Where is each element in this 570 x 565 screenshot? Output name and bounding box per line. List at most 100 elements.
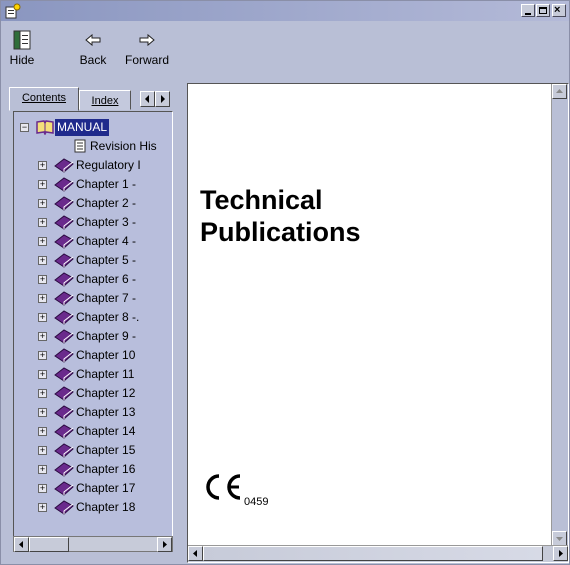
navigation-pane: Contents Index − MANUAL Revision His + Reg… <box>9 87 177 557</box>
triangle-right-icon <box>161 95 165 103</box>
back-label: Back <box>79 53 107 67</box>
book-icon <box>54 367 74 382</box>
tree-root-label: MANUAL <box>55 119 110 136</box>
tree-item-label: Chapter 17 <box>76 481 136 495</box>
expand-icon[interactable]: + <box>38 351 47 360</box>
tree-item-label: Chapter 18 <box>76 500 136 514</box>
scroll-left-button[interactable] <box>188 546 203 561</box>
tab-index-label: Index <box>91 95 119 107</box>
book-icon <box>54 253 74 268</box>
tab-index[interactable]: Index <box>79 90 131 110</box>
toolbar: Hide Back Forward <box>1 21 569 81</box>
expand-icon[interactable]: + <box>38 465 47 474</box>
triangle-right-icon <box>559 550 563 557</box>
tree-item-label: Chapter 3 - <box>76 215 137 229</box>
expand-icon[interactable]: + <box>38 503 47 512</box>
book-icon <box>54 500 74 515</box>
expand-icon[interactable]: + <box>38 294 47 303</box>
help-window: × Hide Back Forward Contents Index − MAN… <box>0 0 570 565</box>
tree-item-label: Chapter 9 - <box>76 329 137 343</box>
tab-contents[interactable]: Contents <box>9 87 79 111</box>
nav-scroll-thumb[interactable] <box>29 537 69 552</box>
contents-tree[interactable]: − MANUAL Revision His + Regulatory I + Chapt… <box>13 111 173 541</box>
page-icon <box>74 139 86 153</box>
tree-item-label: Chapter 4 - <box>76 234 137 248</box>
book-icon <box>54 234 74 249</box>
ce-certification-number: 0459 <box>244 496 269 508</box>
nav-scroll-right-button[interactable] <box>157 537 172 552</box>
content-horizontal-scrollbar[interactable] <box>188 545 568 562</box>
expand-icon[interactable]: + <box>38 332 47 341</box>
close-button[interactable]: × <box>552 4 566 17</box>
tree-item-label: Chapter 8 -. <box>76 310 140 324</box>
book-icon <box>54 329 74 344</box>
tab-scroll-right-button[interactable] <box>155 91 170 107</box>
nav-scroll-left-button[interactable] <box>14 537 29 552</box>
expand-icon[interactable]: + <box>38 218 47 227</box>
expand-icon[interactable]: + <box>38 199 47 208</box>
tree-item-label: Chapter 10 <box>76 348 136 362</box>
tree-item-label: Chapter 13 <box>76 405 136 419</box>
triangle-up-icon <box>556 89 563 93</box>
tree-item-label: Chapter 2 - <box>76 196 137 210</box>
triangle-left-icon <box>193 550 197 557</box>
hide-button[interactable]: Hide <box>5 29 39 77</box>
tree-item-label: Chapter 1 - <box>76 177 137 191</box>
expand-icon[interactable]: + <box>38 446 47 455</box>
book-icon <box>54 291 74 306</box>
tree-item-label: Chapter 14 <box>76 424 136 438</box>
triangle-left-icon <box>145 95 149 103</box>
expand-icon[interactable]: + <box>38 237 47 246</box>
back-button[interactable]: Back <box>75 29 111 77</box>
tree-item-label: Chapter 12 <box>76 386 136 400</box>
book-icon <box>54 424 74 439</box>
forward-button[interactable]: Forward <box>121 29 173 77</box>
expand-icon[interactable]: + <box>38 484 47 493</box>
content-vertical-scrollbar[interactable] <box>551 84 568 546</box>
book-icon <box>54 481 74 496</box>
expand-icon[interactable]: + <box>38 427 47 436</box>
expand-icon[interactable]: + <box>38 161 47 170</box>
nav-horizontal-scrollbar[interactable] <box>13 536 173 552</box>
expand-icon[interactable]: + <box>38 180 47 189</box>
triangle-down-icon <box>556 537 563 541</box>
tree-item-label: Chapter 7 - <box>76 291 137 305</box>
back-arrow-icon <box>85 33 101 47</box>
expand-icon[interactable]: + <box>38 313 47 322</box>
hide-pane-icon <box>13 30 31 50</box>
tree-item-label: Revision His <box>90 139 157 153</box>
book-icon <box>54 215 74 230</box>
book-icon <box>54 158 74 173</box>
tree-item-label: Chapter 15 <box>76 443 136 457</box>
book-icon <box>54 196 74 211</box>
scroll-down-button[interactable] <box>552 531 567 546</box>
book-icon <box>54 348 74 363</box>
expand-icon[interactable]: + <box>38 389 47 398</box>
content-pane[interactable]: Technical Publications 0459 <box>187 83 569 563</box>
expand-icon[interactable]: + <box>38 256 47 265</box>
tab-scroll-left-button[interactable] <box>140 91 155 107</box>
expand-icon[interactable]: + <box>38 275 47 284</box>
scroll-thumb[interactable] <box>203 546 543 561</box>
minimize-button[interactable] <box>521 4 535 17</box>
open-book-icon <box>36 120 54 135</box>
triangle-left-icon <box>19 541 23 548</box>
triangle-right-icon <box>163 541 167 548</box>
maximize-button[interactable] <box>536 4 550 17</box>
tree-item-label: Regulatory I <box>76 158 141 172</box>
scroll-up-button[interactable] <box>552 84 567 99</box>
book-icon <box>54 405 74 420</box>
collapse-icon[interactable]: − <box>20 123 29 132</box>
tree-item-label: Chapter 6 - <box>76 272 137 286</box>
tree-item-label: Chapter 16 <box>76 462 136 476</box>
expand-icon[interactable]: + <box>38 408 47 417</box>
forward-label: Forward <box>124 53 169 67</box>
document-title: Technical Publications <box>200 184 361 248</box>
book-icon <box>54 272 74 287</box>
scroll-right-button[interactable] <box>553 546 568 561</box>
book-icon <box>54 443 74 458</box>
book-icon <box>54 177 74 192</box>
tree-item-label: Chapter 11 <box>76 367 135 381</box>
expand-icon[interactable]: + <box>38 370 47 379</box>
title-bar[interactable]: × <box>1 1 569 21</box>
